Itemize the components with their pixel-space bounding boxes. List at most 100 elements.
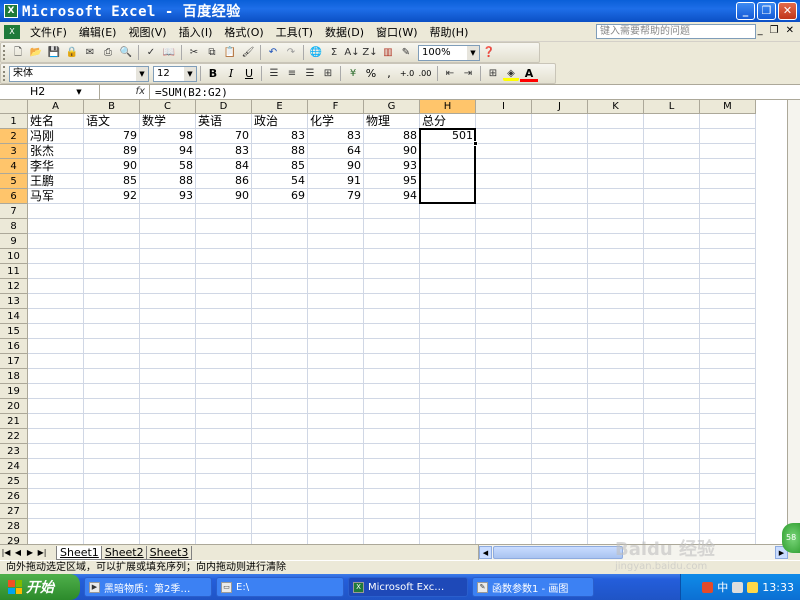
cell-c5[interactable]: 88 xyxy=(140,174,196,189)
cell-a6[interactable]: 马军 xyxy=(28,189,84,204)
cell-d11[interactable] xyxy=(196,264,252,279)
cell-k26[interactable] xyxy=(588,489,644,504)
cell-i23[interactable] xyxy=(476,444,532,459)
cell-d20[interactable] xyxy=(196,399,252,414)
cell-l20[interactable] xyxy=(644,399,700,414)
cell-a19[interactable] xyxy=(28,384,84,399)
cell-a5[interactable]: 王鹏 xyxy=(28,174,84,189)
cell-b12[interactable] xyxy=(84,279,140,294)
format-painter-icon[interactable]: 🖌 xyxy=(240,45,256,60)
cell-i4[interactable] xyxy=(476,159,532,174)
column-header-i[interactable]: I xyxy=(476,100,532,114)
cell-h22[interactable] xyxy=(420,429,476,444)
cell-f2[interactable]: 83 xyxy=(308,129,364,144)
cell-c1[interactable]: 数学 xyxy=(140,114,196,129)
cell-b17[interactable] xyxy=(84,354,140,369)
workbook-minimize-button[interactable]: _ xyxy=(758,25,763,36)
cell-i28[interactable] xyxy=(476,519,532,534)
row-header-1[interactable]: 1 xyxy=(0,114,28,129)
align-left-icon[interactable]: ☰ xyxy=(266,66,282,81)
cell-g21[interactable] xyxy=(364,414,420,429)
taskbar-item-explorer[interactable]: ▭ E:\ xyxy=(216,577,344,597)
cell-a1[interactable]: 姓名 xyxy=(28,114,84,129)
cell-h15[interactable] xyxy=(420,324,476,339)
cell-d8[interactable] xyxy=(196,219,252,234)
cell-l10[interactable] xyxy=(644,249,700,264)
cell-a22[interactable] xyxy=(28,429,84,444)
scroll-thumb[interactable] xyxy=(493,546,623,559)
chart-wizard-icon[interactable]: ▥ xyxy=(380,45,396,60)
cell-f3[interactable]: 64 xyxy=(308,144,364,159)
cell-l9[interactable] xyxy=(644,234,700,249)
sort-descending-icon[interactable]: Z↓ xyxy=(362,45,378,60)
cell-e8[interactable] xyxy=(252,219,308,234)
cell-g7[interactable] xyxy=(364,204,420,219)
cell-k22[interactable] xyxy=(588,429,644,444)
cell-g26[interactable] xyxy=(364,489,420,504)
cell-d16[interactable] xyxy=(196,339,252,354)
cell-g19[interactable] xyxy=(364,384,420,399)
cell-k25[interactable] xyxy=(588,474,644,489)
cell-g17[interactable] xyxy=(364,354,420,369)
cell-c22[interactable] xyxy=(140,429,196,444)
decrease-decimal-button[interactable]: .00 xyxy=(416,66,434,82)
cell-m22[interactable] xyxy=(700,429,756,444)
cell-h10[interactable] xyxy=(420,249,476,264)
cell-j23[interactable] xyxy=(532,444,588,459)
menu-edit[interactable]: 编辑(E) xyxy=(73,24,123,40)
cell-m15[interactable] xyxy=(700,324,756,339)
cell-m5[interactable] xyxy=(700,174,756,189)
cell-l17[interactable] xyxy=(644,354,700,369)
taskbar-item-excel[interactable]: X Microsoft Exc… xyxy=(348,577,468,597)
cell-m17[interactable] xyxy=(700,354,756,369)
align-center-icon[interactable]: ≡ xyxy=(284,66,300,81)
row-header-24[interactable]: 24 xyxy=(0,459,28,474)
cell-h28[interactable] xyxy=(420,519,476,534)
italic-button[interactable]: I xyxy=(222,66,240,82)
cell-g22[interactable] xyxy=(364,429,420,444)
cell-l25[interactable] xyxy=(644,474,700,489)
scroll-left-icon[interactable]: ◀ xyxy=(479,546,492,559)
help-icon[interactable]: ❓ xyxy=(481,45,497,60)
cell-b24[interactable] xyxy=(84,459,140,474)
bold-button[interactable]: B xyxy=(204,66,222,82)
row-header-2[interactable]: 2 xyxy=(0,129,28,144)
cell-a20[interactable] xyxy=(28,399,84,414)
cell-h23[interactable] xyxy=(420,444,476,459)
autosum-icon[interactable]: Σ xyxy=(326,45,342,60)
cell-f28[interactable] xyxy=(308,519,364,534)
cell-d1[interactable]: 英语 xyxy=(196,114,252,129)
permission-icon[interactable]: 🔒 xyxy=(64,45,80,60)
cell-f1[interactable]: 化学 xyxy=(308,114,364,129)
cell-h26[interactable] xyxy=(420,489,476,504)
cell-e7[interactable] xyxy=(252,204,308,219)
cell-b20[interactable] xyxy=(84,399,140,414)
cell-i8[interactable] xyxy=(476,219,532,234)
cell-e5[interactable]: 54 xyxy=(252,174,308,189)
cell-h4[interactable] xyxy=(420,159,476,174)
cell-f24[interactable] xyxy=(308,459,364,474)
row-header-19[interactable]: 19 xyxy=(0,384,28,399)
clock[interactable]: 13:33 xyxy=(762,581,794,594)
cell-f25[interactable] xyxy=(308,474,364,489)
keyboard-icon[interactable] xyxy=(732,581,744,593)
cell-d2[interactable]: 70 xyxy=(196,129,252,144)
cell-l18[interactable] xyxy=(644,369,700,384)
cell-a15[interactable] xyxy=(28,324,84,339)
cell-m3[interactable] xyxy=(700,144,756,159)
cell-m14[interactable] xyxy=(700,309,756,324)
cell-k28[interactable] xyxy=(588,519,644,534)
increase-indent-icon[interactable]: ⇥ xyxy=(460,66,476,81)
column-header-h[interactable]: H xyxy=(420,100,476,114)
cell-b21[interactable] xyxy=(84,414,140,429)
cell-j13[interactable] xyxy=(532,294,588,309)
cell-a26[interactable] xyxy=(28,489,84,504)
cell-g25[interactable] xyxy=(364,474,420,489)
cell-a17[interactable] xyxy=(28,354,84,369)
cell-b4[interactable]: 90 xyxy=(84,159,140,174)
cell-l16[interactable] xyxy=(644,339,700,354)
cell-l28[interactable] xyxy=(644,519,700,534)
cut-icon[interactable]: ✂ xyxy=(186,45,202,60)
cell-l3[interactable] xyxy=(644,144,700,159)
cell-a25[interactable] xyxy=(28,474,84,489)
